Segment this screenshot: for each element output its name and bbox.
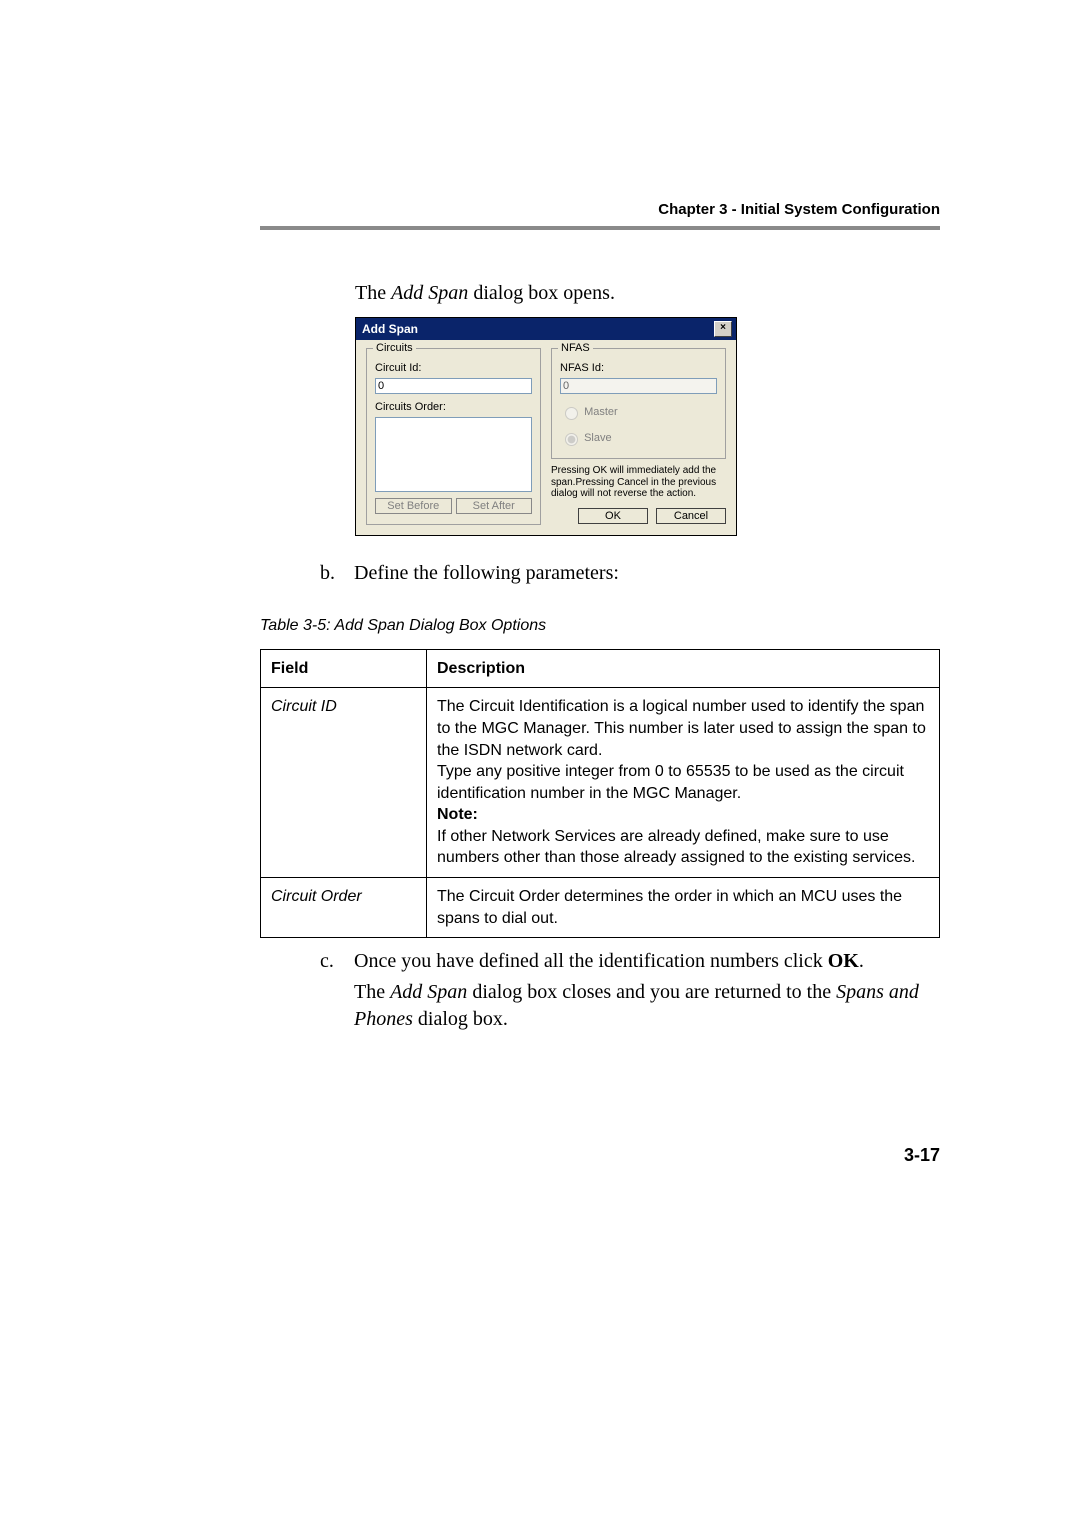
dialog-titlebar: Add Span × <box>356 318 736 340</box>
table-row: Circuit ID The Circuit Identification is… <box>261 688 940 878</box>
circuit-id-note: If other Network Services are already de… <box>437 826 929 869</box>
chapter-header: Chapter 3 - Initial System Configuration <box>260 200 940 220</box>
circuit-id-label: Circuit Id: <box>375 361 532 376</box>
cancel-button[interactable]: Cancel <box>656 508 726 524</box>
set-before-button[interactable]: Set Before <box>375 498 452 514</box>
master-label: Master <box>584 406 618 418</box>
step-c-line1-prefix: Once you have defined all the identifica… <box>354 950 828 972</box>
options-table: Field Description Circuit ID The Circuit… <box>260 649 940 939</box>
slave-radio-row: Slave <box>560 430 717 446</box>
circuit-id-p2: Type any positive integer from 0 to 6553… <box>437 761 929 804</box>
circuits-order-label: Circuits Order: <box>375 400 532 415</box>
step-c-line2-p1: The <box>354 981 390 1003</box>
circuits-legend: Circuits <box>373 341 416 356</box>
add-span-dialog: Add Span × Circuits Circuit Id: Circuits… <box>355 317 737 536</box>
nfas-legend: NFAS <box>558 341 593 356</box>
step-c-line2-p3: dialog box. <box>413 1008 508 1030</box>
master-radio <box>565 407 578 420</box>
th-description: Description <box>427 649 940 688</box>
step-b-text: Define the following parameters: <box>354 560 940 587</box>
table-header-row: Field Description <box>261 649 940 688</box>
desc-circuit-order: The Circuit Order determines the order i… <box>427 878 940 938</box>
dialog-warning: Pressing OK will immediately add the spa… <box>551 465 726 500</box>
table-caption: Table 3-5: Add Span Dialog Box Options <box>260 615 940 637</box>
close-icon[interactable]: × <box>714 321 732 337</box>
ok-button[interactable]: OK <box>578 508 648 524</box>
slave-radio <box>565 433 578 446</box>
step-c-marker: c. <box>320 948 338 1033</box>
circuit-id-input[interactable] <box>375 378 532 394</box>
nfas-id-input <box>560 378 717 394</box>
step-b-marker: b. <box>320 560 338 587</box>
step-c-line2-p2: dialog box closes and you are returned t… <box>467 981 836 1003</box>
step-c-line1-suffix: . <box>859 950 864 972</box>
field-circuit-order: Circuit Order <box>261 878 427 938</box>
nfas-groupbox: NFAS NFAS Id: Master Slave <box>551 348 726 459</box>
table-row: Circuit Order The Circuit Order determin… <box>261 878 940 938</box>
th-field: Field <box>261 649 427 688</box>
intro-suffix: dialog box opens. <box>468 282 615 304</box>
set-after-button[interactable]: Set After <box>456 498 533 514</box>
desc-circuit-id: The Circuit Identification is a logical … <box>427 688 940 878</box>
circuits-groupbox: Circuits Circuit Id: Circuits Order: Set… <box>366 348 541 525</box>
circuit-id-p1: The Circuit Identification is a logical … <box>437 696 929 761</box>
step-c-line1-bold: OK <box>828 950 859 972</box>
circuits-order-list[interactable] <box>375 417 532 492</box>
nfas-id-label: NFAS Id: <box>560 361 717 376</box>
intro-italic: Add Span <box>391 282 468 304</box>
dialog-title: Add Span <box>362 321 418 337</box>
step-c-line2-it1: Add Span <box>390 981 467 1003</box>
field-circuit-id: Circuit ID <box>261 688 427 878</box>
intro-prefix: The <box>355 282 391 304</box>
step-c-text: Once you have defined all the identifica… <box>354 948 940 1033</box>
slave-label: Slave <box>584 432 612 444</box>
master-radio-row: Master <box>560 404 717 420</box>
circuit-id-note-label: Note: <box>437 804 929 826</box>
page-number: 3-17 <box>260 1143 940 1167</box>
intro-text: The Add Span dialog box opens. <box>355 280 940 307</box>
header-rule <box>260 226 940 230</box>
